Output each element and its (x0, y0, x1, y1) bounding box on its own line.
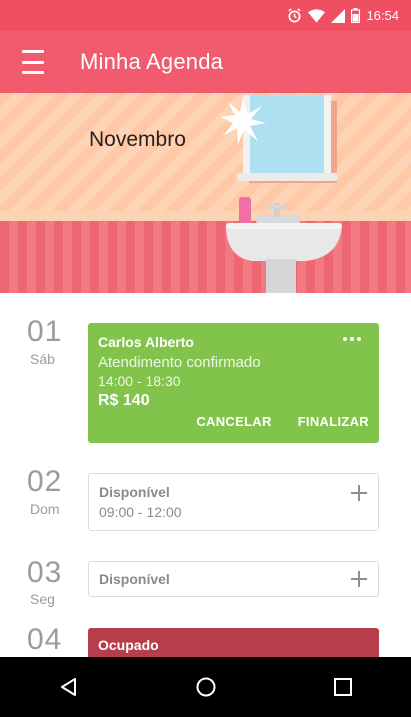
slot-label: Disponível (99, 484, 170, 500)
status-icons (287, 8, 361, 23)
add-icon[interactable] (351, 571, 367, 587)
slot-label: Disponível (99, 571, 170, 587)
status-time: 16:54 (366, 8, 399, 23)
battery-icon (351, 8, 361, 23)
day-name: Sáb (30, 351, 55, 367)
slot-card-available[interactable]: Disponível 09:00 - 12:00 (88, 473, 379, 531)
sparkle-icon (220, 98, 266, 144)
recents-icon[interactable] (323, 667, 363, 707)
add-icon[interactable] (351, 485, 367, 501)
wifi-icon (308, 8, 326, 23)
alarm-icon (288, 8, 302, 23)
day-number: 02 (27, 465, 63, 498)
month-banner: Novembro (0, 93, 411, 293)
appointment-price: R$ 140 (98, 392, 150, 409)
appointment-card-confirmed[interactable]: Carlos Alberto Atendimento confirmado 14… (88, 323, 379, 443)
navigation-bar (0, 657, 411, 717)
agenda-list: 01 Sáb Carlos Alberto Atendimento confir… (0, 293, 411, 657)
home-icon[interactable] (186, 667, 226, 707)
day-number: 03 (27, 556, 63, 589)
day-number: 01 (27, 315, 63, 348)
wall-stripes (0, 221, 411, 293)
day-name: Dom (30, 501, 60, 517)
app-bar: Minha Agenda (0, 31, 411, 93)
slot-time: 09:00 - 12:00 (99, 504, 182, 520)
appointment-time: 14:00 - 18:30 (98, 373, 181, 389)
more-options-icon[interactable] (343, 337, 365, 345)
signal-icon (331, 8, 346, 23)
slot-label: Ocupado (98, 637, 159, 653)
appointment-status: Atendimento confirmado (98, 354, 261, 371)
slot-card-available[interactable]: Disponível (88, 561, 379, 597)
wall-pattern (0, 93, 411, 213)
client-name: Carlos Alberto (98, 334, 194, 350)
month-label: Novembro (89, 128, 186, 151)
hamburger-menu-icon[interactable] (22, 50, 52, 74)
cancel-button[interactable]: CANCELAR (196, 414, 271, 429)
status-bar: 16:54 (0, 0, 411, 31)
sink-illustration (226, 197, 342, 293)
back-icon[interactable] (49, 667, 89, 707)
finalize-button[interactable]: FINALIZAR (298, 414, 369, 429)
day-name: Seg (30, 591, 55, 607)
slot-card-busy[interactable]: Ocupado (88, 628, 379, 657)
day-number: 04 (27, 623, 63, 656)
card-actions: CANCELAR FINALIZAR (196, 414, 369, 429)
page-title: Minha Agenda (80, 49, 224, 74)
